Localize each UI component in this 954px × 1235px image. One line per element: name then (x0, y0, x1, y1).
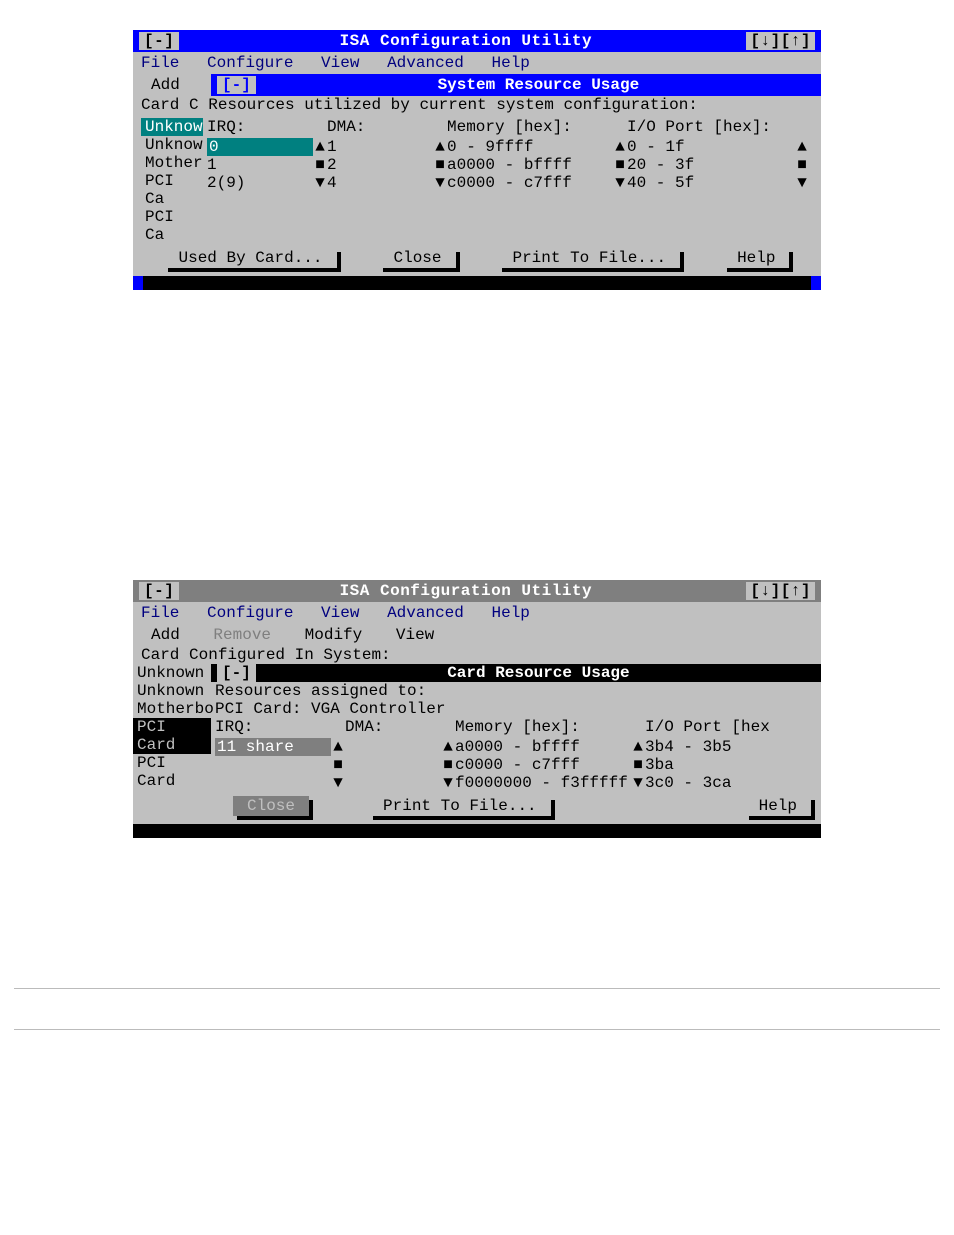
print-to-file-button[interactable]: Print To File... (498, 248, 680, 268)
submenu-add[interactable]: Add (151, 76, 180, 94)
column-headers: IRQ: DMA: Memory [hex]: I/O Port [hex]: (207, 118, 809, 138)
scroll-up-icon[interactable] (313, 138, 327, 156)
menu-advanced[interactable]: Advanced (387, 54, 464, 72)
card-list-item[interactable]: PCI Card (133, 718, 211, 754)
scroll-up-icon[interactable] (441, 738, 455, 756)
resource-row[interactable]: 1 2 a0000 - bffff 20 - 3f (207, 156, 809, 174)
resource-row[interactable]: c0000 - c7fff 3ba (215, 756, 817, 774)
card-list-item[interactable]: Motherbo (133, 700, 211, 718)
submenu-bar[interactable]: Add Remove Modify View (133, 624, 821, 646)
menu-configure[interactable]: Configure (207, 604, 293, 622)
card-list-item[interactable]: PCI Ca (141, 208, 203, 244)
sysmenu-button[interactable]: [-] (139, 582, 179, 600)
window-card-resource-usage: [-] ISA Configuration Utility [↓][↑] Fil… (133, 580, 821, 838)
separator (14, 1029, 940, 1030)
scroll-thumb-icon[interactable] (441, 756, 455, 774)
dialog-title: System Resource Usage (262, 76, 815, 94)
card-list-item[interactable]: PCI Card (133, 754, 211, 790)
resource-row[interactable]: 11 share a0000 - bffff 3b4 - 3b5 (215, 738, 817, 756)
print-to-file-button[interactable]: Print To File... (369, 796, 551, 816)
assigned-label: Resources assigned to: (215, 682, 817, 700)
dialog-sysmenu[interactable]: [-] (217, 664, 256, 682)
submenu-view[interactable]: View (396, 626, 434, 644)
window-system-resource-usage: [-] ISA Configuration Utility [↓][↑] Fil… (133, 30, 821, 290)
scroll-down-icon[interactable] (313, 174, 327, 192)
irq-value[interactable]: 11 share (215, 738, 331, 756)
scroll-down-icon[interactable] (441, 774, 455, 792)
minmax-buttons[interactable]: [↓][↑] (746, 582, 815, 600)
scroll-up-icon[interactable] (433, 138, 447, 156)
card-list-item[interactable]: Unknow (141, 118, 203, 136)
io-value[interactable]: 0 - 1f (627, 138, 795, 156)
dialog-title: Card Resource Usage (262, 664, 815, 682)
minmax-buttons[interactable]: [↓][↑] (746, 32, 815, 50)
memory-value[interactable]: a0000 - bffff (455, 738, 631, 756)
dialog-headline: Card C Resources utilized by current sys… (133, 96, 821, 114)
app-title: ISA Configuration Utility (185, 32, 746, 50)
resource-row[interactable]: f0000000 - f3fffff 3c0 - 3ca (215, 774, 817, 792)
io-value[interactable]: 3b4 - 3b5 (645, 738, 817, 756)
title-bar: [-] ISA Configuration Utility [↓][↑] (133, 580, 821, 602)
menu-view[interactable]: View (321, 54, 359, 72)
scroll-thumb-icon[interactable] (433, 156, 447, 174)
menu-bar[interactable]: File Configure View Advanced Help (133, 52, 821, 74)
scroll-thumb-icon[interactable] (331, 756, 345, 774)
scroll-down-icon[interactable] (795, 174, 809, 192)
menu-help[interactable]: Help (491, 604, 529, 622)
card-list-item[interactable]: Unknown (133, 664, 211, 682)
menu-view[interactable]: View (321, 604, 359, 622)
irq-value[interactable]: 0 (207, 138, 313, 156)
card-list[interactable]: Unknown Motherbo PCI Card PCI Card (133, 682, 211, 792)
submenu-modify[interactable]: Modify (305, 626, 363, 644)
card-list[interactable]: Unknow Unknow Mother PCI Ca PCI Ca (141, 118, 203, 244)
title-bar: [-] ISA Configuration Utility [↓][↑] (133, 30, 821, 52)
card-list-item[interactable]: PCI Ca (141, 172, 203, 208)
card-list-item[interactable]: Unknow (141, 136, 203, 154)
separator (14, 988, 940, 989)
help-button[interactable]: Help (723, 248, 789, 268)
memory-value[interactable]: 0 - 9ffff (447, 138, 613, 156)
menu-file[interactable]: File (141, 604, 179, 622)
menu-configure[interactable]: Configure (207, 54, 293, 72)
card-list[interactable]: Unknown (133, 664, 211, 682)
scroll-thumb-icon[interactable] (795, 156, 809, 174)
help-button[interactable]: Help (745, 796, 811, 816)
close-button[interactable]: Close (233, 796, 309, 816)
scroll-thumb-icon[interactable] (613, 156, 627, 174)
column-headers: IRQ: DMA: Memory [hex]: I/O Port [hex (215, 718, 817, 738)
used-by-card-button[interactable]: Used By Card... (164, 248, 336, 268)
scroll-up-icon[interactable] (795, 138, 809, 156)
assigned-card: PCI Card: VGA Controller (215, 700, 817, 718)
menu-advanced[interactable]: Advanced (387, 604, 464, 622)
scroll-up-icon[interactable] (631, 738, 645, 756)
card-list-item[interactable]: Mother (141, 154, 203, 172)
scroll-down-icon[interactable] (613, 174, 627, 192)
configured-label: Card Configured In System: (133, 646, 821, 664)
close-button[interactable]: Close (379, 248, 455, 268)
submenu-add[interactable]: Add (151, 626, 180, 644)
scroll-up-icon[interactable] (331, 738, 345, 756)
card-list-item[interactable]: Unknown (133, 682, 211, 700)
scroll-thumb-icon[interactable] (313, 156, 327, 174)
scroll-down-icon[interactable] (433, 174, 447, 192)
menu-file[interactable]: File (141, 54, 179, 72)
scroll-up-icon[interactable] (613, 138, 627, 156)
scroll-down-icon[interactable] (331, 774, 345, 792)
sysmenu-button[interactable]: [-] (139, 32, 179, 50)
app-title: ISA Configuration Utility (185, 582, 746, 600)
resource-row[interactable]: 0 1 0 - 9ffff 0 - 1f (207, 138, 809, 156)
scroll-thumb-icon[interactable] (631, 756, 645, 774)
scroll-down-icon[interactable] (631, 774, 645, 792)
submenu-remove: Remove (213, 626, 271, 644)
resource-row[interactable]: 2(9) 4 c0000 - c7fff 40 - 5f (207, 174, 809, 192)
menu-help[interactable]: Help (491, 54, 529, 72)
dma-value[interactable]: 1 (327, 138, 433, 156)
dialog-sysmenu[interactable]: [-] (217, 76, 256, 94)
menu-bar[interactable]: File Configure View Advanced Help (133, 602, 821, 624)
